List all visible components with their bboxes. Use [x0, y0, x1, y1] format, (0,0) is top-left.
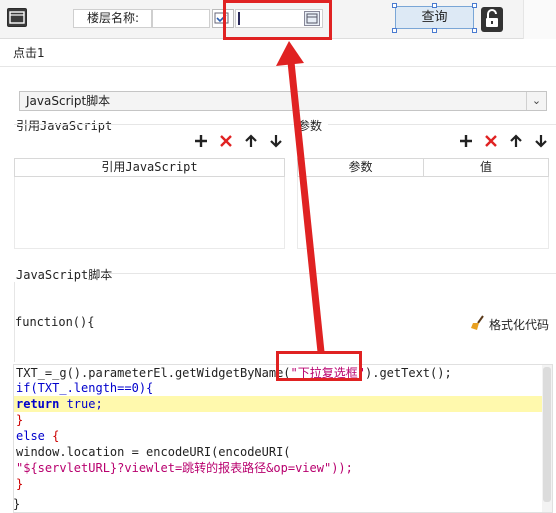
annotation-arrow [276, 41, 325, 353]
